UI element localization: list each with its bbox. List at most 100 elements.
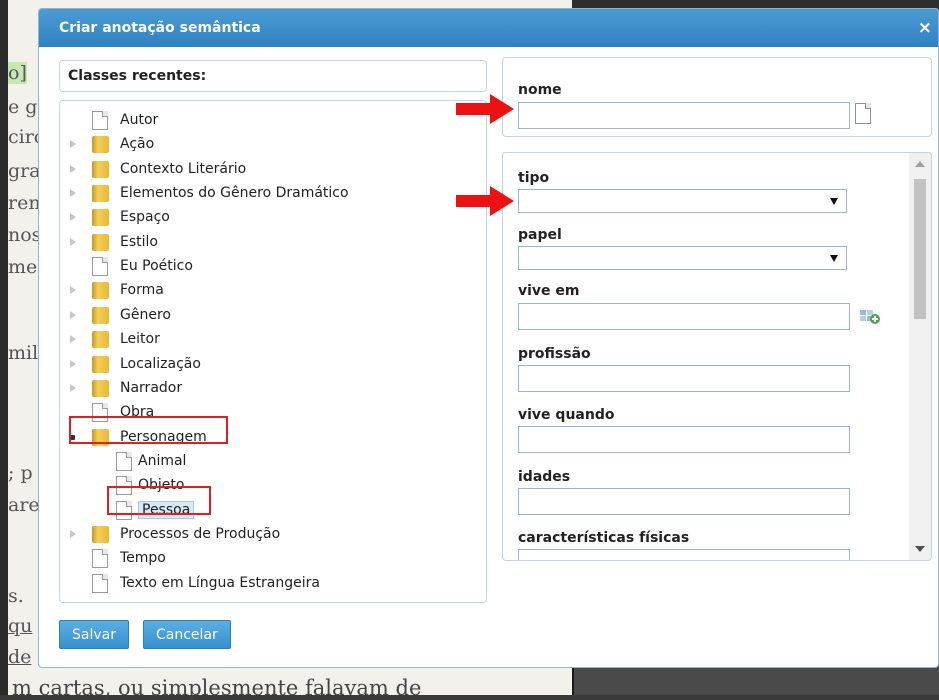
tree-item-label: Processos de Produção bbox=[120, 525, 281, 542]
vive-em-input[interactable] bbox=[518, 303, 850, 330]
tree-item-label: Ação bbox=[120, 136, 155, 153]
tree-item[interactable]: Elementos do Gênero Dramático bbox=[70, 183, 470, 205]
tree-item[interactable]: Gênero bbox=[70, 305, 470, 327]
scroll-up-icon[interactable] bbox=[915, 161, 925, 167]
red-arrow-tipo-icon bbox=[456, 186, 514, 216]
background-text-fragment: gra bbox=[8, 160, 41, 182]
tree-item[interactable]: Estilo bbox=[70, 232, 470, 254]
background-text-fragment: mil bbox=[8, 342, 39, 364]
tipo-select[interactable] bbox=[518, 189, 847, 213]
idades-label: idades bbox=[518, 469, 571, 485]
properties-scrollbar[interactable] bbox=[909, 153, 931, 560]
background-text-fragment: s. bbox=[8, 585, 24, 607]
save-button[interactable]: Salvar bbox=[59, 620, 129, 649]
tree-item[interactable]: Autor bbox=[70, 110, 470, 132]
dialog-titlebar[interactable]: Criar anotação semântica × bbox=[39, 9, 938, 47]
vive-quando-input[interactable] bbox=[518, 426, 850, 453]
close-icon[interactable]: × bbox=[918, 18, 932, 38]
background-text-fragment: ren bbox=[8, 192, 41, 214]
nome-input[interactable] bbox=[518, 102, 850, 129]
tree-item[interactable]: Narrador bbox=[70, 378, 470, 400]
tree-item-label: Autor bbox=[120, 112, 159, 128]
folder-icon bbox=[92, 185, 109, 203]
background-top-bar bbox=[572, 0, 939, 8]
vive-quando-label: vive quando bbox=[518, 407, 615, 423]
file-icon bbox=[92, 111, 108, 130]
tree-item[interactable]: Espaço bbox=[70, 207, 470, 229]
tree-item[interactable]: Ação bbox=[70, 134, 470, 156]
caracteristicas-fisicas-input[interactable] bbox=[518, 549, 850, 560]
tipo-label: tipo bbox=[518, 170, 550, 186]
tree-item-label: Tempo bbox=[120, 550, 166, 567]
background-left-edge bbox=[0, 0, 8, 695]
expand-arrow-icon[interactable] bbox=[70, 140, 76, 149]
tree-item-label: Contexto Literário bbox=[120, 160, 247, 177]
tree-item[interactable]: Leitor bbox=[70, 329, 470, 351]
nome-label: nome bbox=[518, 82, 562, 98]
tree-item[interactable]: Forma bbox=[70, 280, 470, 302]
tree-item-label: Texto em Língua Estrangeira bbox=[120, 574, 320, 591]
background-text-fragment: e g bbox=[8, 96, 38, 118]
recent-classes-label: Classes recentes: bbox=[68, 68, 207, 84]
tree-item-label: Estilo bbox=[120, 233, 158, 250]
chevron-down-icon bbox=[830, 198, 838, 205]
red-arrow-nome-icon bbox=[456, 94, 514, 124]
background-text-fragment: ; p bbox=[8, 462, 33, 484]
folder-icon bbox=[92, 355, 109, 373]
folder-icon bbox=[92, 282, 109, 300]
background-text-fragment: are bbox=[8, 494, 40, 516]
tree-item[interactable]: Localização bbox=[70, 354, 470, 376]
file-icon bbox=[92, 549, 108, 569]
tree-item[interactable]: Texto em Língua Estrangeira bbox=[70, 573, 470, 595]
class-tree[interactable]: Autor Ação Contexto Literário Elementos do … bbox=[59, 100, 487, 603]
expand-arrow-icon[interactable] bbox=[70, 310, 76, 319]
expand-arrow-icon[interactable] bbox=[70, 383, 76, 392]
papel-select[interactable] bbox=[518, 246, 847, 270]
background-text-fragment: de bbox=[8, 646, 32, 668]
tree-item-label: Narrador bbox=[120, 379, 183, 396]
file-icon bbox=[116, 451, 132, 471]
folder-icon bbox=[92, 136, 109, 154]
scroll-thumb[interactable] bbox=[914, 179, 926, 319]
highlight-box-pessoa bbox=[107, 486, 211, 515]
highlight-box-personagem bbox=[69, 416, 228, 444]
tree-item[interactable]: Tempo bbox=[70, 548, 470, 570]
caracteristicas-fisicas-label: características físicas bbox=[518, 530, 690, 546]
tree-item[interactable]: Eu Poético bbox=[70, 256, 470, 278]
folder-icon bbox=[92, 331, 109, 349]
document-icon[interactable] bbox=[855, 103, 871, 124]
folder-icon bbox=[92, 233, 109, 251]
folder-icon bbox=[92, 525, 109, 543]
background-text-fragment: nos bbox=[8, 224, 42, 246]
tree-item-label: Localização bbox=[120, 355, 201, 372]
scroll-down-icon[interactable] bbox=[915, 546, 925, 552]
expand-arrow-icon[interactable] bbox=[70, 335, 76, 344]
tree-item-label: Animal bbox=[138, 452, 187, 469]
idades-input[interactable] bbox=[518, 488, 850, 515]
profissao-label: profissão bbox=[518, 346, 591, 362]
vive-em-label: vive em bbox=[518, 283, 580, 299]
add-relation-icon[interactable] bbox=[859, 307, 881, 325]
folder-icon bbox=[92, 379, 109, 397]
profissao-input[interactable] bbox=[518, 365, 850, 392]
expand-arrow-icon[interactable] bbox=[70, 237, 76, 246]
background-text-fragment: qu bbox=[8, 615, 33, 637]
chevron-down-icon bbox=[830, 255, 838, 262]
nome-field-panel: nome bbox=[502, 57, 932, 137]
tree-item[interactable]: Contexto Literário bbox=[70, 159, 470, 181]
tree-item-label: Espaço bbox=[120, 209, 170, 226]
tree-item[interactable]: Animal bbox=[92, 451, 470, 473]
cancel-button[interactable]: Cancelar bbox=[143, 620, 231, 649]
expand-arrow-icon[interactable] bbox=[70, 189, 76, 198]
expand-arrow-icon[interactable] bbox=[70, 529, 76, 538]
background-bottom-text: m cartas, ou simplesmente falavam de bbox=[12, 676, 422, 700]
expand-arrow-icon[interactable] bbox=[70, 286, 76, 295]
expand-arrow-icon[interactable] bbox=[70, 359, 76, 368]
tree-item[interactable]: Processos de Produção bbox=[70, 524, 470, 546]
tree-item-label: Elementos do Gênero Dramático bbox=[120, 185, 349, 202]
expand-arrow-icon[interactable] bbox=[70, 164, 76, 173]
tree-item-label: Forma bbox=[120, 282, 164, 299]
expand-arrow-icon[interactable] bbox=[70, 213, 76, 222]
file-icon bbox=[92, 257, 108, 277]
dialog-title: Criar anotação semântica bbox=[59, 20, 261, 36]
